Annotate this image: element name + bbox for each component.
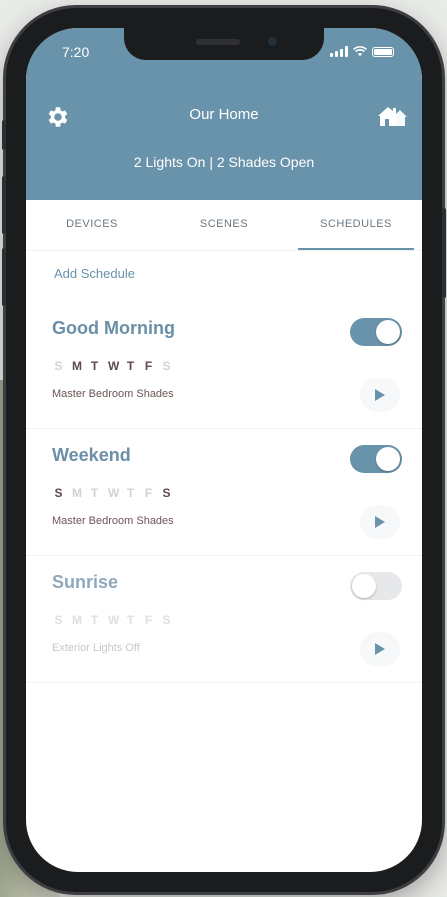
day-monday: M <box>72 613 82 627</box>
schedule-toggle[interactable] <box>350 445 402 473</box>
volume-up-button <box>2 176 6 234</box>
phone-frame: 7:20 Our Home 2 Lights On | 2 Shades Ope… <box>2 8 446 892</box>
schedule-target: Master Bedroom Shades <box>52 388 174 400</box>
day-tuesday: T <box>90 486 99 500</box>
play-icon <box>375 389 385 401</box>
day-wednesday: W <box>108 486 120 500</box>
day-friday: F <box>144 613 153 627</box>
day-wednesday: W <box>108 613 120 627</box>
speaker <box>196 39 240 45</box>
toggle-knob <box>376 447 400 471</box>
day-monday: M <box>72 486 82 500</box>
schedule-toggle[interactable] <box>350 572 402 600</box>
status-icons <box>330 46 394 57</box>
screen: 7:20 Our Home 2 Lights On | 2 Shades Ope… <box>26 28 422 872</box>
play-icon <box>375 643 385 655</box>
play-button[interactable] <box>360 632 400 666</box>
schedule-name[interactable]: Good Morning <box>52 318 175 339</box>
day-sunday: S <box>54 613 63 627</box>
notch <box>124 28 324 60</box>
tab-devices[interactable]: DEVICES <box>26 200 158 250</box>
home-icon[interactable] <box>374 100 408 130</box>
schedule-name[interactable]: Sunrise <box>52 572 118 593</box>
day-saturday: S <box>162 359 171 373</box>
play-button[interactable] <box>360 378 400 412</box>
schedule-toggle[interactable] <box>350 318 402 346</box>
day-friday: F <box>144 359 153 373</box>
day-sunday: S <box>54 486 63 500</box>
play-button[interactable] <box>360 505 400 539</box>
status-time: 7:20 <box>62 44 90 60</box>
day-thursday: T <box>126 486 135 500</box>
schedule-days: S M T W T F S <box>54 359 171 373</box>
day-monday: M <box>72 359 82 373</box>
day-thursday: T <box>126 359 135 373</box>
wifi-icon <box>353 46 367 57</box>
day-saturday: S <box>162 613 171 627</box>
toggle-knob <box>352 574 376 598</box>
day-tuesday: T <box>90 359 99 373</box>
schedule-name[interactable]: Weekend <box>52 445 131 466</box>
battery-icon <box>372 46 394 57</box>
add-schedule-link[interactable]: Add Schedule <box>54 266 135 281</box>
day-wednesday: W <box>108 359 120 373</box>
schedule-target: Exterior Lights Off <box>52 642 140 654</box>
play-icon <box>375 516 385 528</box>
schedule-row: Weekend S M T W T F S Master Bedroom Sha… <box>26 429 422 556</box>
schedule-days: S M T W T F S <box>54 486 171 500</box>
signal-icon <box>330 46 348 57</box>
schedule-row: Good Morning S M T W T F S Master Bedroo… <box>26 302 422 429</box>
toggle-knob <box>376 320 400 344</box>
volume-down-button <box>2 248 6 306</box>
schedule-list: Good Morning S M T W T F S Master Bedroo… <box>26 302 422 683</box>
power-button <box>442 208 446 298</box>
day-friday: F <box>144 486 153 500</box>
schedule-target: Master Bedroom Shades <box>52 515 174 527</box>
tab-schedules[interactable]: SCHEDULES <box>290 200 422 250</box>
tab-divider <box>26 250 422 251</box>
home-summary: 2 Lights On | 2 Shades Open <box>133 154 315 170</box>
tab-bar: DEVICES SCENES SCHEDULES <box>26 200 422 250</box>
front-camera <box>268 37 277 46</box>
tab-scenes[interactable]: SCENES <box>158 200 290 250</box>
day-sunday: S <box>54 359 63 373</box>
schedule-days: S M T W T F S <box>54 613 171 627</box>
home-title[interactable]: Our Home <box>26 106 422 123</box>
day-thursday: T <box>126 613 135 627</box>
silent-switch <box>2 120 6 150</box>
day-saturday: S <box>162 486 171 500</box>
day-tuesday: T <box>90 613 99 627</box>
schedule-row: Sunrise S M T W T F S Exterior Lights Of… <box>26 556 422 683</box>
